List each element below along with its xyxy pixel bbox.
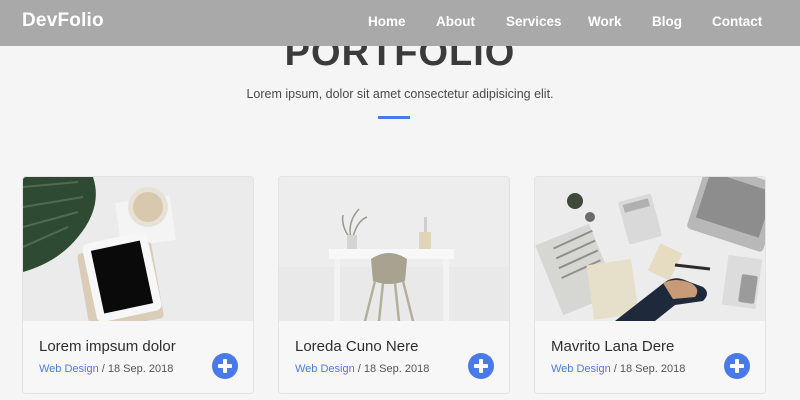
card-category-link[interactable]: Web Design: [295, 363, 355, 375]
desk-tablet-illustration: [23, 177, 253, 321]
portfolio-card[interactable]: Loreda Cuno Nere Web Design / 18 Sep. 20…: [278, 176, 510, 394]
card-body: Loreda Cuno Nere Web Design / 18 Sep. 20…: [279, 321, 509, 393]
nav-link-home[interactable]: Home: [368, 14, 406, 29]
card-meta: Web Design / 18 Sep. 2018: [39, 363, 173, 375]
card-title[interactable]: Lorem impsum dolor: [39, 338, 176, 355]
card-category-link[interactable]: Web Design: [39, 363, 99, 375]
card-date: 18 Sep. 2018: [107, 363, 174, 375]
card-date: 18 Sep. 2018: [363, 363, 430, 375]
portfolio-image-business-desk[interactable]: [535, 177, 765, 321]
card-title[interactable]: Mavrito Lana Dere: [551, 338, 674, 355]
section-subtitle: Lorem ipsum, dolor sit amet consectetur …: [246, 87, 554, 101]
card-category-link[interactable]: Web Design: [551, 363, 611, 375]
card-meta: Web Design / 18 Sep. 2018: [551, 363, 685, 375]
card-body: Lorem impsum dolor Web Design / 18 Sep. …: [23, 321, 253, 393]
plus-circle-icon[interactable]: [468, 353, 494, 379]
nav-link-services[interactable]: Services: [506, 14, 562, 29]
nav-link-about[interactable]: About: [436, 14, 475, 29]
card-meta-separator: /: [98, 363, 108, 375]
portfolio-image-desk-tablet[interactable]: [23, 177, 253, 321]
nav-link-contact[interactable]: Contact: [712, 14, 762, 29]
plus-circle-icon[interactable]: [724, 353, 750, 379]
card-title[interactable]: Loreda Cuno Nere: [295, 338, 418, 355]
portfolio-card[interactable]: Mavrito Lana Dere Web Design / 18 Sep. 2…: [534, 176, 766, 394]
navbar: DevFolio Home About Services Work Blog C…: [0, 0, 800, 46]
card-meta: Web Design / 18 Sep. 2018: [295, 363, 429, 375]
nav-link-work[interactable]: Work: [588, 14, 622, 29]
brand-logo[interactable]: DevFolio: [22, 10, 104, 32]
workspace-illustration: [279, 177, 509, 321]
card-body: Mavrito Lana Dere Web Design / 18 Sep. 2…: [535, 321, 765, 393]
portfolio-image-workspace[interactable]: [279, 177, 509, 321]
portfolio-card[interactable]: Lorem impsum dolor Web Design / 18 Sep. …: [22, 176, 254, 394]
business-desk-illustration: [535, 177, 765, 321]
title-underline: [378, 116, 410, 119]
card-date: 18 Sep. 2018: [619, 363, 686, 375]
nav-link-blog[interactable]: Blog: [652, 14, 682, 29]
card-meta-separator: /: [354, 363, 364, 375]
plus-circle-icon[interactable]: [212, 353, 238, 379]
card-meta-separator: /: [610, 363, 620, 375]
